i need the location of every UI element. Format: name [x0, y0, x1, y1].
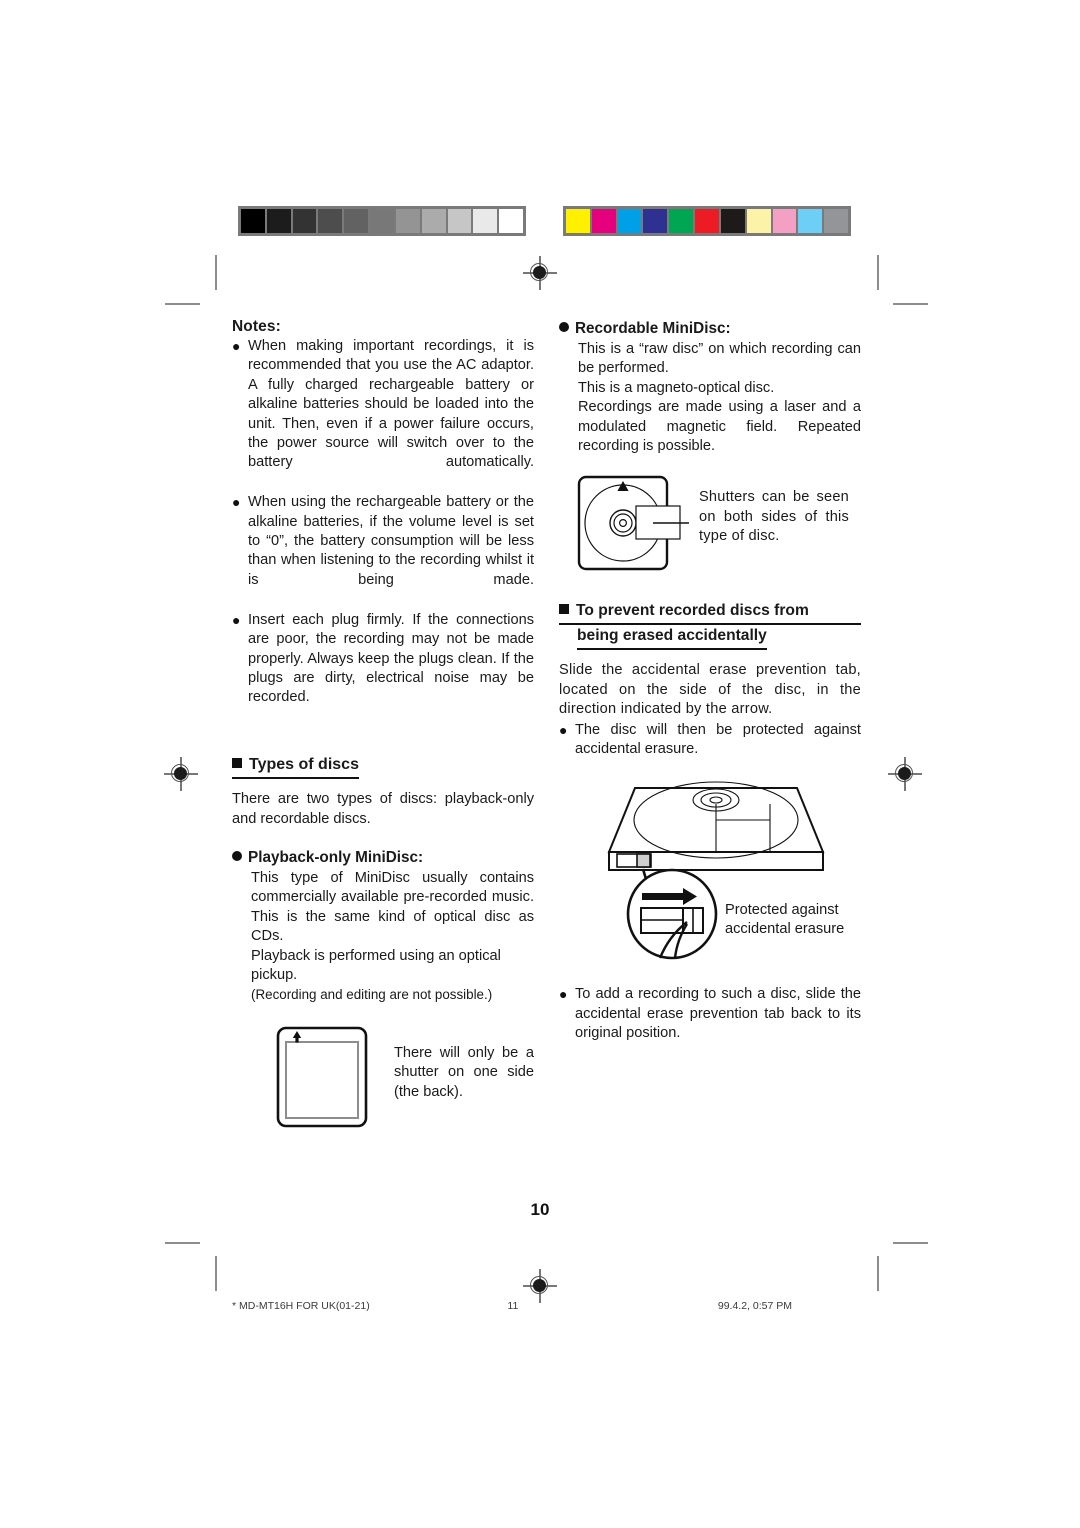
- add-recording-bullet-text: To add a recording to such a disc, slide…: [575, 986, 861, 1042]
- calibration-swatch: [241, 209, 265, 233]
- recordable-minidisc-heading: Recordable MiniDisc:: [559, 318, 861, 339]
- calibration-swatch: [695, 209, 719, 233]
- bullet-icon: ●: [559, 721, 568, 738]
- erase-prevention-tab-diagram: Protected against accidental erasure: [607, 781, 844, 960]
- calibration-swatch: [344, 209, 369, 233]
- playback-only-heading-label: Playback-only MiniDisc:: [248, 848, 424, 866]
- calibration-swatch: [591, 209, 616, 233]
- note-item: ● Insert each plug firmly. If the connec…: [232, 611, 534, 727]
- calibration-swatch: [617, 209, 642, 233]
- calibration-swatch: [669, 209, 694, 233]
- calibration-swatch: [266, 209, 291, 233]
- prevent-erase-heading-line1-wrap: To prevent recorded discs from: [559, 600, 861, 626]
- calibration-swatch: [798, 209, 823, 233]
- types-of-discs-heading: Types of discs: [232, 754, 359, 780]
- registration-mark-left-middle: [164, 757, 198, 791]
- crop-mark-bottom-left-vertical: [215, 1256, 217, 1291]
- recordable-minidisc-heading-label: Recordable MiniDisc:: [575, 320, 731, 337]
- playback-paragraph: (Recording and editing are not possible.…: [251, 987, 493, 1003]
- page-number: 10: [530, 1200, 550, 1219]
- bullet-icon: ●: [232, 494, 241, 511]
- playback-disc-caption: There will only be a shutter on one side…: [394, 1044, 534, 1100]
- calibration-swatch: [772, 209, 797, 233]
- recordable-disc-figure-row: Shutters can be seen on both sides of th…: [559, 472, 861, 576]
- calibration-swatch: [499, 209, 523, 233]
- crop-mark-top-left-vertical: [215, 255, 217, 290]
- calibration-swatch: [318, 209, 343, 233]
- calibration-swatch: [566, 209, 590, 233]
- crop-mark-bottom-right-vertical: [877, 1256, 879, 1291]
- calibration-swatch: [720, 209, 745, 233]
- footer-file-label: * MD-MT16H FOR UK(01-21): [232, 1300, 370, 1312]
- registration-mark-top-center: [523, 256, 557, 290]
- grayscale-calibration-strip: [238, 206, 526, 236]
- prevent-bullet-text: The disc will then be protected against …: [575, 721, 861, 758]
- calibration-swatch: [395, 209, 420, 233]
- calibration-swatch: [370, 209, 394, 233]
- calibration-swatch: [643, 209, 668, 233]
- notes-label: Notes:: [232, 318, 281, 335]
- recordable-paragraph: This is a “raw disc” on which recording …: [578, 341, 861, 377]
- calibration-swatch: [447, 209, 472, 233]
- playback-only-disc-diagram: [276, 1026, 368, 1128]
- crop-mark-top-right-vertical: [877, 255, 879, 290]
- footer-sheet-number: 11: [507, 1300, 519, 1312]
- recordable-paragraph: Recordings are made using a laser and a …: [578, 399, 861, 455]
- note-item: ● When making important recordings, it i…: [232, 337, 534, 492]
- calibration-swatch: [824, 209, 848, 233]
- registration-mark-right-middle: [888, 757, 922, 791]
- calibration-swatch: [746, 209, 771, 233]
- playback-paragraph: Playback is performed using an optical p…: [251, 947, 501, 983]
- prevent-erase-heading-line2: being erased accidentally: [577, 625, 767, 651]
- recordable-disc-diagram: [577, 476, 689, 571]
- prevent-erase-heading: To prevent recorded discs from being era…: [559, 600, 861, 651]
- calibration-swatch: [292, 209, 317, 233]
- bullet-icon: ●: [232, 338, 241, 354]
- page-content: Notes: ● When making important recording…: [232, 318, 862, 1134]
- prevent-intro-text: Slide the accidental erase prevention ta…: [559, 662, 861, 718]
- playback-paragraph: This type of MiniDisc usually contains c…: [251, 869, 534, 945]
- crop-mark-top-left-horizontal: [165, 303, 200, 305]
- bullet-icon: ●: [232, 611, 241, 628]
- color-calibration-strip: [563, 206, 851, 236]
- round-bullet-icon: [559, 322, 569, 332]
- right-column: Recordable MiniDisc: This is a “raw disc…: [559, 318, 861, 1134]
- note-text: When making important recordings, it is …: [248, 338, 534, 471]
- note-text: Insert each plug firmly. If the connecti…: [248, 611, 534, 706]
- shutter-caption: Shutters can be seen on both sides of th…: [699, 489, 849, 545]
- recordable-paragraph: This is a magneto-optical disc.: [578, 379, 775, 396]
- registration-mark-bottom-center: [523, 1269, 557, 1303]
- calibration-swatch: [421, 209, 446, 233]
- playback-disc-figure-row: There will only be a shutter on one side…: [232, 1022, 534, 1134]
- calibration-swatch: [473, 209, 498, 233]
- bullet-icon: ●: [559, 986, 568, 1003]
- crop-mark-bottom-left-horizontal: [165, 1242, 200, 1244]
- prevent-bullet-item: ● The disc will then be protected agains…: [559, 721, 861, 760]
- protected-caption-line1: Protected against: [725, 902, 839, 918]
- add-recording-bullet-item: ● To add a recording to such a disc, sli…: [559, 985, 861, 1043]
- protected-caption-line2: accidental erasure: [725, 921, 844, 937]
- playback-only-heading: Playback-only MiniDisc:: [232, 847, 534, 868]
- footer: * MD-MT16H FOR UK(01-21) 11 99.4.2, 0:57…: [232, 1300, 792, 1312]
- types-of-discs-heading-label: Types of discs: [249, 756, 359, 774]
- footer-timestamp: 99.4.2, 0:57 PM: [717, 1300, 792, 1312]
- note-item: ● When using the rechargeable battery or…: [232, 493, 534, 609]
- round-bullet-icon: [232, 850, 242, 861]
- note-text: When using the rechargeable battery or t…: [248, 494, 534, 588]
- square-bullet-icon: [559, 604, 569, 615]
- crop-mark-top-right-horizontal: [893, 303, 928, 305]
- left-column: Notes: ● When making important recording…: [232, 318, 534, 1134]
- crop-mark-bottom-right-horizontal: [893, 1242, 928, 1244]
- types-intro-text: There are two types of discs: playback-o…: [232, 791, 534, 827]
- prevent-erase-heading-line1: To prevent recorded discs from: [576, 602, 809, 620]
- square-bullet-icon: [232, 758, 242, 769]
